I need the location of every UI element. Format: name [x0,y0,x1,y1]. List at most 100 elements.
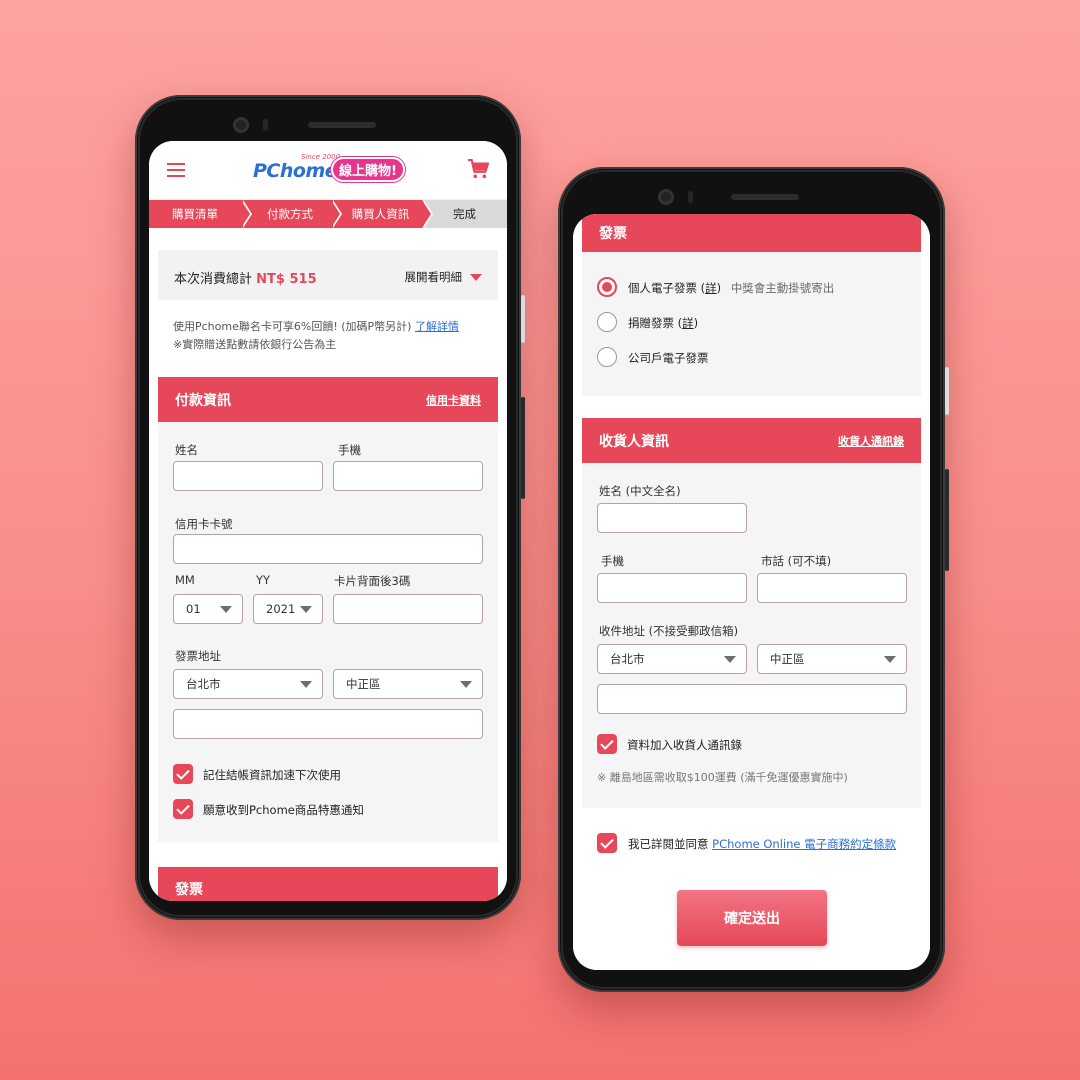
phone-left: PChome Since 2000 線上購物! 購買清單 付款方式 購買人資訊 … [135,95,525,920]
mobile-input[interactable] [333,461,483,491]
radio-personal-invoice[interactable] [597,277,617,297]
total-amount: NT$ 515 [256,272,317,287]
checkout-body: 本次消費總計 NT$ 515 展開看明細 使用Pchome聯名卡可享6%回饋! … [149,228,507,901]
step-label: 購買人資訊 [351,207,410,221]
option-note: 中獎會主動掛號寄出 [730,281,835,295]
option-label: 個人電子發票 ( [628,281,706,295]
receiver-city-select[interactable]: 台北市 [597,644,747,674]
card-number-input[interactable] [173,534,483,564]
checkout-body: 發票 個人電子發票 (詳) 中獎會主動掛號寄出 捐贈發票 (詳) 公司戶電子發票… [573,214,930,970]
earpiece-speaker [308,122,376,128]
cvv-input[interactable] [333,594,483,624]
cart-icon[interactable] [467,159,489,179]
notify-label: 願意收到Pchome商品特惠通知 [203,803,364,817]
name-input[interactable] [173,461,323,491]
month-select[interactable]: 01 [173,594,243,624]
card-number-label: 信用卡卡號 [175,517,233,531]
radio-donate-invoice[interactable] [597,312,617,332]
promo-text: 使用Pchome聯名卡可享6%回饋! (加碼P幣另計) 了解詳情 ※實際贈送點數… [173,318,459,354]
card-data-link[interactable]: 信用卡資料 [426,392,481,408]
total-text: 本次消費總計 [174,272,253,287]
expand-label: 展開看明細 [404,270,463,284]
remember-label: 記住結帳資訊加速下次使用 [203,768,341,782]
receiver-mobile-label: 手機 [601,554,624,568]
chevron-down-icon [220,606,232,613]
step-label: 付款方式 [267,207,313,221]
step-buyer-info: 購買人資訊 [331,200,433,228]
address-input[interactable] [173,709,483,739]
receiver-address-label: 收件地址 (不接受郵政信箱) [599,624,739,638]
hamburger-icon[interactable] [167,163,185,177]
district-select[interactable]: 中正區 [333,669,483,699]
receiver-tel-label: 市話 (可不填) [761,554,832,568]
save-contact-checkbox[interactable] [597,734,617,754]
step-cart: 購買清單 [149,200,252,228]
screen: PChome Since 2000 線上購物! 購買清單 付款方式 購買人資訊 … [149,141,507,901]
payment-section: 付款資訊 信用卡資料 姓名 手機 信用卡卡號 MM YY 卡片背面後3碼 01 … [158,377,498,842]
payment-title: 付款資訊 [175,392,231,409]
checkout-steps: 購買清單 付款方式 購買人資訊 完成 [149,200,507,228]
mobile-label: 手機 [338,443,361,457]
agree-label: 我已詳閱並同意 PChome Online 電子商務約定條款 [628,836,896,852]
year-select[interactable]: 2021 [253,594,323,624]
submit-button[interactable]: 確定送出 [677,890,827,946]
receiver-address-input[interactable] [597,684,907,714]
caret-down-icon [470,273,482,281]
phone-power-button [521,397,525,499]
receiver-tel-input[interactable] [757,573,907,603]
detail-link[interactable]: 詳 [682,316,694,330]
month-value: 01 [186,602,201,616]
step-complete: 完成 [422,200,507,228]
pchome-logo[interactable]: PChome Since 2000 線上購物! [253,153,405,185]
save-contact-label: 資料加入收貨人通訊錄 [627,738,742,752]
phone-right: 發票 個人電子發票 (詳) 中獎會主動掛號寄出 捐贈發票 (詳) 公司戶電子發票… [558,167,949,992]
personal-invoice-label: 個人電子發票 (詳) 中獎會主動掛號寄出 [628,280,834,296]
receiver-header: 收貨人資訊 收貨人通訊錄 [582,418,921,463]
app-header: PChome Since 2000 線上購物! [149,141,507,199]
step-label: 購買清單 [172,207,218,221]
terms-link[interactable]: PChome Online 電子商務約定條款 [712,837,896,851]
phone-volume-button [521,295,525,343]
step-payment: 付款方式 [241,200,342,228]
detail-link[interactable]: 詳 [705,281,717,295]
payment-header: 付款資訊 信用卡資料 [158,377,498,422]
radio-company-invoice[interactable] [597,347,617,367]
receiver-section: 收貨人資訊 收貨人通訊錄 姓名 (中文全名) 手機 市話 (可不填) 收件地址 … [582,418,921,808]
invoice-address-label: 發票地址 [175,649,221,663]
receiver-mobile-input[interactable] [597,573,747,603]
city-value: 台北市 [610,652,645,666]
donate-invoice-label: 捐贈發票 (詳) [628,315,698,331]
expand-details-button[interactable]: 展開看明細 [404,269,482,285]
remember-checkbox[interactable] [173,764,193,784]
cvv-label: 卡片背面後3碼 [334,574,411,588]
front-camera [658,189,674,205]
mm-label: MM [175,573,195,587]
chevron-down-icon [724,656,736,663]
option-label: 捐贈發票 ( [628,316,683,330]
option-close: ) [693,316,699,330]
agree-text: 我已詳閱並同意 [628,837,709,851]
shipping-note: ※ 離島地區需收取$100運費 (滿千免運優惠實施中) [597,771,848,784]
promo-line2: ※實際贈送點數請依銀行公告為主 [173,338,337,351]
year-value: 2021 [266,602,296,616]
receiver-contacts-link[interactable]: 收貨人通訊錄 [838,433,904,449]
step-label: 完成 [453,207,476,221]
yy-label: YY [256,573,271,587]
city-select[interactable]: 台北市 [173,669,323,699]
learn-more-link[interactable]: 了解詳情 [415,320,459,333]
front-camera [233,117,249,133]
option-close: ) [716,281,722,295]
notify-checkbox[interactable] [173,799,193,819]
receiver-name-input[interactable] [597,503,747,533]
sensor [263,119,268,131]
screen: 發票 個人電子發票 (詳) 中獎會主動掛號寄出 捐贈發票 (詳) 公司戶電子發票… [573,214,930,970]
total-label: 本次消費總計 NT$ 515 [174,268,317,287]
invoice-header: 發票 [582,214,921,252]
order-total: 本次消費總計 NT$ 515 展開看明細 [158,250,498,300]
receiver-district-select[interactable]: 中正區 [757,644,907,674]
district-value: 中正區 [346,677,381,691]
invoice-title-partial: 發票 [175,882,203,898]
chevron-down-icon [300,681,312,688]
agree-checkbox[interactable] [597,833,617,853]
sensor [688,191,693,203]
